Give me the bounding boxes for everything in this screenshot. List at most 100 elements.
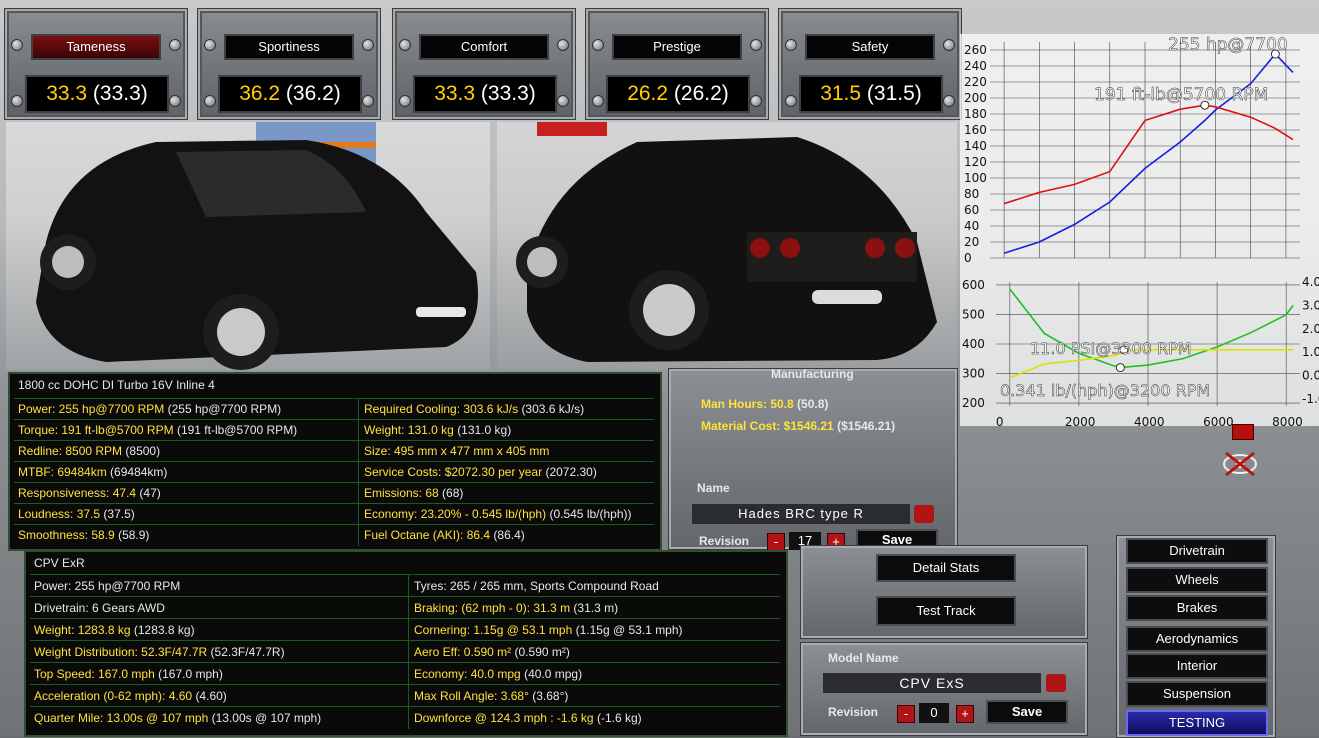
stat-text: Quarter Mile: 13.00s @ 107 mph (34, 711, 209, 725)
y-tick-label: 60 (964, 203, 979, 217)
annotation-boost: 11.0 PSI@3300 RPM (1030, 339, 1192, 358)
stat-base-value: (68) (442, 486, 464, 500)
hide-graph-icon[interactable] (1220, 450, 1260, 478)
stat-base-value: (36.2) (285, 82, 341, 105)
engine-name-field[interactable]: Hades BRC type R (692, 504, 910, 524)
test-track-button[interactable]: Test Track (876, 596, 1016, 626)
stat-tab-safety[interactable]: Safety (805, 34, 935, 60)
y-tick-label: 80 (964, 187, 979, 201)
stat-tab-prestige[interactable]: Prestige (612, 34, 742, 60)
stat-panel-sportiness: Sportiness 36.2 (36.2) (197, 8, 381, 120)
annotation-bsfc: 0.341 lb/(hph)@3200 RPM (1000, 381, 1210, 400)
car-stats-panel: CPV ExR Power: 255 hp@7700 RPM Tyres: 26… (24, 550, 788, 737)
y-right-tick-label: 0.0 (1302, 369, 1319, 383)
stat-panel-tameness: Tameness 33.3 (33.3) (4, 8, 188, 120)
stat-base-value: (255 hp@7700 RPM) (167, 402, 282, 416)
model-name-field[interactable]: CPV ExS (823, 673, 1041, 693)
column-divider (358, 441, 359, 462)
stat-base-value: (8500) (125, 444, 161, 458)
stat-text: Torque: 191 ft-lb@5700 RPM (18, 423, 174, 437)
y-tick-label: 100 (964, 171, 987, 185)
stat-text: Power: 255 hp@7700 RPM (18, 402, 165, 416)
stat-base-value: (86.4) (493, 528, 525, 542)
detail-stats-button[interactable]: Detail Stats (876, 554, 1016, 582)
stat-current-value: 26.2 (627, 82, 669, 105)
stat-text: Aero Eff: 0.590 m² (414, 645, 512, 659)
y-left-tick-label: 300 (962, 367, 985, 381)
stat-base-value: (0.545 lb/(hph)) (549, 507, 632, 521)
annotation-torque: 191 ft-lb@5700 RPM (1094, 85, 1268, 105)
stat-tab-comfort[interactable]: Comfort (419, 34, 549, 60)
rivet-icon (557, 95, 569, 107)
engine-curves-panel: 0 20 40 60 80 100 120 140 160 180 200 220 240 260 255 … (960, 34, 1319, 429)
model-name-label: Model Name (828, 651, 899, 665)
car-title: CPV ExR (34, 556, 85, 570)
rivet-icon (592, 39, 604, 51)
revision-decrement-button[interactable]: - (767, 533, 785, 551)
stats-row: Redline: 8500 RPM (8500) Size: 495 mm x 4… (14, 440, 654, 462)
stats-row: Quarter Mile: 13.00s @ 107 mph (13.00s @… (30, 706, 780, 729)
stat-cell: Tyres: 265 / 265 mm, Sports Compound Roa… (414, 575, 780, 597)
save-model-button[interactable]: Save (986, 700, 1068, 724)
rivet-icon (362, 39, 374, 51)
model-revision-increment-button[interactable]: + (956, 705, 974, 723)
stat-base-value: (69484km) (110, 465, 168, 479)
rivet-icon (943, 39, 955, 51)
side-menu-interior[interactable]: Interior (1126, 653, 1268, 679)
stat-value: 26.2 (26.2) (606, 75, 750, 113)
side-menu-aerodynamics[interactable]: Aerodynamics (1126, 626, 1268, 652)
stat-panel-safety: Safety 31.5 (31.5) (778, 8, 962, 120)
side-menu-wheels[interactable]: Wheels (1126, 567, 1268, 593)
stat-base-value: (40.0 mpg) (524, 667, 583, 681)
stat-panel-prestige: Prestige 26.2 (26.2) (585, 8, 769, 120)
model-revision-decrement-button[interactable]: - (897, 705, 915, 723)
rivet-icon (592, 95, 604, 107)
y-tick-label: 120 (964, 155, 987, 169)
stat-base-value: (58.9) (118, 528, 150, 542)
side-menu-drivetrain[interactable]: Drivetrain (1126, 538, 1268, 564)
side-menu-suspension[interactable]: Suspension (1126, 681, 1268, 707)
stat-base-value: (-1.6 kg) (596, 711, 642, 725)
side-menu-brakes[interactable]: Brakes (1126, 595, 1268, 621)
column-divider (408, 641, 409, 663)
rivet-icon (750, 39, 762, 51)
stat-text: Downforce @ 124.3 mph : -1.6 kg (414, 711, 594, 725)
side-menu-testing[interactable]: TESTING (1126, 710, 1268, 736)
randomize-name-icon[interactable] (914, 505, 934, 523)
stat-cell: Aero Eff: 0.590 m² (0.590 m²) (414, 641, 780, 663)
y-tick-label: 180 (964, 107, 987, 121)
graph-close-icon[interactable] (1232, 424, 1254, 440)
stat-base-value: (2072.30) (545, 465, 597, 479)
material-cost: Material Cost: $1546.21 ($1546.21) (701, 419, 896, 433)
stat-text: Fuel Octane (AKI): 86.4 (364, 528, 491, 542)
rivet-icon (785, 95, 797, 107)
y-tick-label: 20 (964, 235, 979, 249)
stat-current-value: 36.2 (239, 82, 281, 105)
rivet-icon (399, 95, 411, 107)
stat-tab-tameness[interactable]: Tameness (31, 34, 161, 60)
rivet-icon (785, 39, 797, 51)
randomize-model-name-icon[interactable] (1046, 674, 1066, 692)
column-divider (358, 462, 359, 483)
stat-text: Economy: 23.20% - 0.545 lb/(hph) (364, 507, 547, 521)
stat-cell: Economy: 40.0 mpg (40.0 mpg) (414, 663, 780, 685)
y-right-tick-label: 2.0 (1302, 322, 1319, 336)
stat-value: 33.3 (33.3) (413, 75, 557, 113)
rivet-icon (169, 95, 181, 107)
stat-cell: Acceleration (0-62 mph): 4.60 (4.60) (34, 685, 406, 707)
y-right-tick-label: -1.0 (1302, 392, 1319, 406)
annotation-power: 255 hp@7700 (1168, 35, 1288, 55)
name-label: Name (697, 481, 730, 495)
stat-tab-sportiness[interactable]: Sportiness (224, 34, 354, 60)
min-bsfc-marker (1115, 363, 1125, 373)
stat-base-value: (31.5) (866, 82, 922, 105)
engine-stats-panel: 1800 cc DOHC DI Turbo 16V Inline 4 Power… (8, 372, 662, 551)
stat-base-value: (1.15g @ 53.1 mph) (575, 623, 683, 637)
stat-cell: Loudness: 37.5 (37.5) (18, 504, 356, 525)
column-divider (358, 483, 359, 504)
y-tick-label: 220 (964, 75, 987, 89)
stat-text: Responsiveness: 47.4 (18, 486, 137, 500)
rivet-icon (204, 95, 216, 107)
column-divider (408, 575, 409, 597)
stat-base-value: (47) (139, 486, 161, 500)
